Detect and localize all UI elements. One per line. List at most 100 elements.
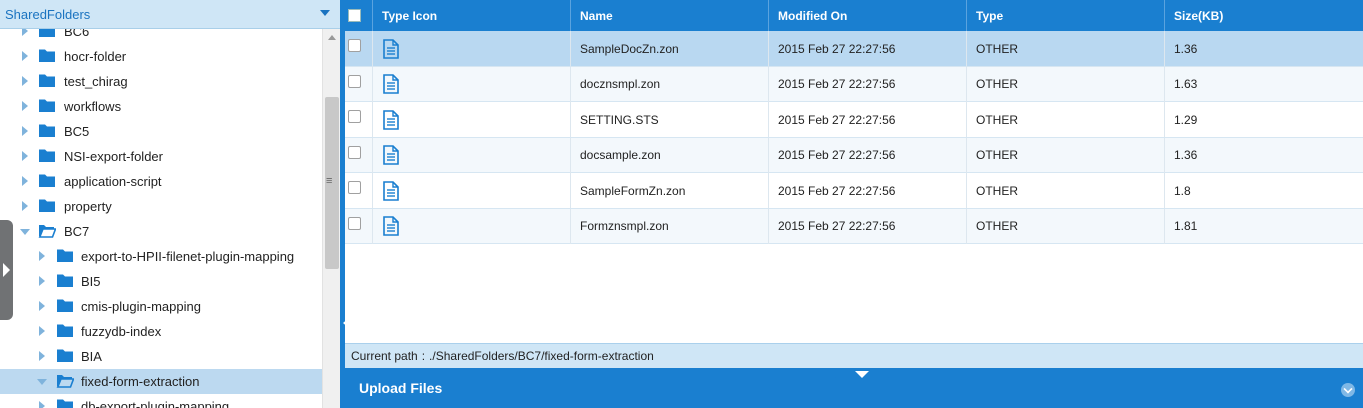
tree-node[interactable]: BC5 xyxy=(0,119,322,144)
column-header-label: Name xyxy=(580,8,613,23)
table-row[interactable]: SampleDocZn.zon 2015 Feb 27 22:27:56 OTHER… xyxy=(345,31,1363,67)
tree-node-label: workflows xyxy=(64,99,122,114)
tree-collapsed-icon[interactable] xyxy=(39,351,45,361)
row-checkbox-cell xyxy=(345,66,373,102)
tree-node-label: application-script xyxy=(64,174,162,189)
type-icon-cell xyxy=(373,66,571,102)
upload-toggle-tab[interactable] xyxy=(835,368,889,380)
document-icon xyxy=(383,109,399,130)
chevron-down-icon xyxy=(855,371,869,378)
scroll-up-icon[interactable] xyxy=(328,35,336,40)
row-checkbox[interactable] xyxy=(348,110,361,123)
folder-icon xyxy=(57,324,73,337)
expand-circle-icon[interactable] xyxy=(1341,383,1355,397)
tree-node[interactable]: fixed-form-extraction xyxy=(0,369,322,394)
folder-icon xyxy=(39,149,55,162)
row-checkbox[interactable] xyxy=(348,181,361,194)
tree-node[interactable]: fuzzydb-index xyxy=(0,319,322,344)
folder-icon xyxy=(39,174,55,187)
tree-collapsed-icon[interactable] xyxy=(22,29,28,36)
modified-on-cell: 2015 Feb 27 22:27:56 xyxy=(769,102,967,137)
row-checkbox[interactable] xyxy=(348,74,361,88)
chevron-right-icon xyxy=(3,263,10,277)
table-row[interactable]: SampleFormZn.zon 2015 Feb 27 22:27:56 OTHE… xyxy=(345,173,1363,209)
tree-collapsed-icon[interactable] xyxy=(22,51,28,61)
tree-node-label: cmis-plugin-mapping xyxy=(81,299,201,314)
column-header-label: Size(KB) xyxy=(1174,8,1224,23)
tree-collapsed-icon[interactable] xyxy=(39,401,45,408)
tree-node[interactable]: BI5 xyxy=(0,269,322,294)
file-name-cell: SampleFormZn.zon xyxy=(571,173,769,208)
column-header-label: Type Icon xyxy=(382,8,438,23)
column-header-modified-on[interactable]: Modified On xyxy=(769,0,967,31)
table-row[interactable]: docsample.zon 2015 Feb 27 22:27:56 OTHER 1.… xyxy=(345,137,1363,173)
tree-collapsed-icon[interactable] xyxy=(22,101,28,111)
tree-expanded-icon[interactable] xyxy=(20,229,30,235)
column-header-size[interactable]: Size(KB) xyxy=(1165,0,1363,31)
tree-collapsed-icon[interactable] xyxy=(39,251,45,261)
modified-on-cell: 2015 Feb 27 22:27:56 xyxy=(769,137,967,173)
current-path-label: Current path xyxy=(351,349,418,363)
folder-icon xyxy=(39,49,55,62)
folder-tree: BC6 hocr-folder test_chirag workflows BC5 NSI… xyxy=(0,29,322,408)
modified-on-cell: 2015 Feb 27 22:27:56 xyxy=(769,208,967,244)
select-all-checkbox[interactable] xyxy=(348,9,361,22)
file-size-cell: 1.36 xyxy=(1174,41,1198,56)
column-header-type-icon[interactable]: Type Icon xyxy=(373,0,571,31)
column-header-type[interactable]: Type xyxy=(967,0,1165,31)
tree-collapsed-icon[interactable] xyxy=(39,276,45,286)
tree-node[interactable]: hocr-folder xyxy=(0,44,322,69)
tree-node[interactable]: NSI-export-folder xyxy=(0,144,322,169)
upload-files-bar[interactable]: Upload Files xyxy=(345,368,1363,408)
table-row[interactable]: docznsmpl.zon 2015 Feb 27 22:27:56 OTHER 1.… xyxy=(345,66,1363,102)
file-size-cell: 1.63 xyxy=(1174,77,1198,91)
tree-node[interactable]: BC7 xyxy=(0,219,322,244)
root-folder-select[interactable]: SharedFolders xyxy=(0,0,340,29)
table-row[interactable]: SETTING.STS 2015 Feb 27 22:27:56 OTHER 1.29 xyxy=(345,102,1363,138)
tree-collapsed-icon[interactable] xyxy=(22,126,28,136)
modified-on-cell: 2015 Feb 27 22:27:56 xyxy=(769,31,967,66)
splitter-grip-icon[interactable]: ≡ xyxy=(326,175,332,187)
tree-collapsed-icon[interactable] xyxy=(22,201,28,211)
tree-node-label: NSI-export-folder xyxy=(64,149,163,164)
type-icon-cell xyxy=(373,173,571,208)
folder-tree-panel: SharedFolders BC6 hocr-folder test_chiragw… xyxy=(0,0,340,408)
row-checkbox-cell xyxy=(345,137,373,173)
tree-collapsed-icon[interactable] xyxy=(22,151,28,161)
folder-icon xyxy=(57,349,73,362)
tree-collapsed-icon[interactable] xyxy=(22,76,28,86)
tree-expanded-icon[interactable] xyxy=(37,379,47,385)
tree-node[interactable]: test_chirag xyxy=(0,69,322,94)
row-checkbox-cell xyxy=(345,31,373,66)
file-name-cell: SETTING.STS xyxy=(571,102,769,137)
chevron-down-icon[interactable] xyxy=(320,10,330,16)
tree-collapsed-icon[interactable] xyxy=(39,326,45,336)
tree-node[interactable]: BIA xyxy=(0,344,322,369)
upload-files-title: Upload Files xyxy=(359,380,443,396)
tree-node[interactable]: workflows xyxy=(0,94,322,119)
root-folder-label: SharedFolders xyxy=(5,6,91,22)
tree-scrollbar[interactable] xyxy=(322,29,340,408)
tree-collapsed-icon[interactable] xyxy=(22,176,28,186)
tree-node[interactable]: property xyxy=(0,194,322,219)
row-checkbox[interactable] xyxy=(348,216,361,230)
document-icon xyxy=(383,38,399,59)
column-header-name[interactable]: Name xyxy=(571,0,769,31)
tree-node-label: BC6 xyxy=(64,29,90,39)
folder-icon xyxy=(39,74,55,87)
tree-node[interactable]: db-export-plugin-mapping xyxy=(0,394,322,408)
file-name-cell: SampleDocZn.zon xyxy=(571,31,769,66)
row-checkbox-cell xyxy=(345,173,373,208)
expand-sidebar-tab[interactable] xyxy=(0,220,13,320)
folder-icon xyxy=(39,29,55,37)
tree-node[interactable]: application-script xyxy=(0,169,322,194)
tree-node[interactable]: export-to-HPII-filenet-plugin-mapping xyxy=(0,244,322,269)
table-row[interactable]: Formznsmpl.zon 2015 Feb 27 22:27:56 OTHER 1… xyxy=(345,208,1363,244)
folder-icon xyxy=(39,199,55,212)
tree-node[interactable]: BC6 xyxy=(0,29,322,44)
row-checkbox[interactable] xyxy=(348,39,361,52)
row-checkbox[interactable] xyxy=(348,145,361,159)
current-path-value: ./SharedFolders/BC7/fixed-form-extractio… xyxy=(429,349,654,363)
tree-collapsed-icon[interactable] xyxy=(39,301,45,311)
tree-node[interactable]: cmis-plugin-mapping xyxy=(0,294,322,319)
